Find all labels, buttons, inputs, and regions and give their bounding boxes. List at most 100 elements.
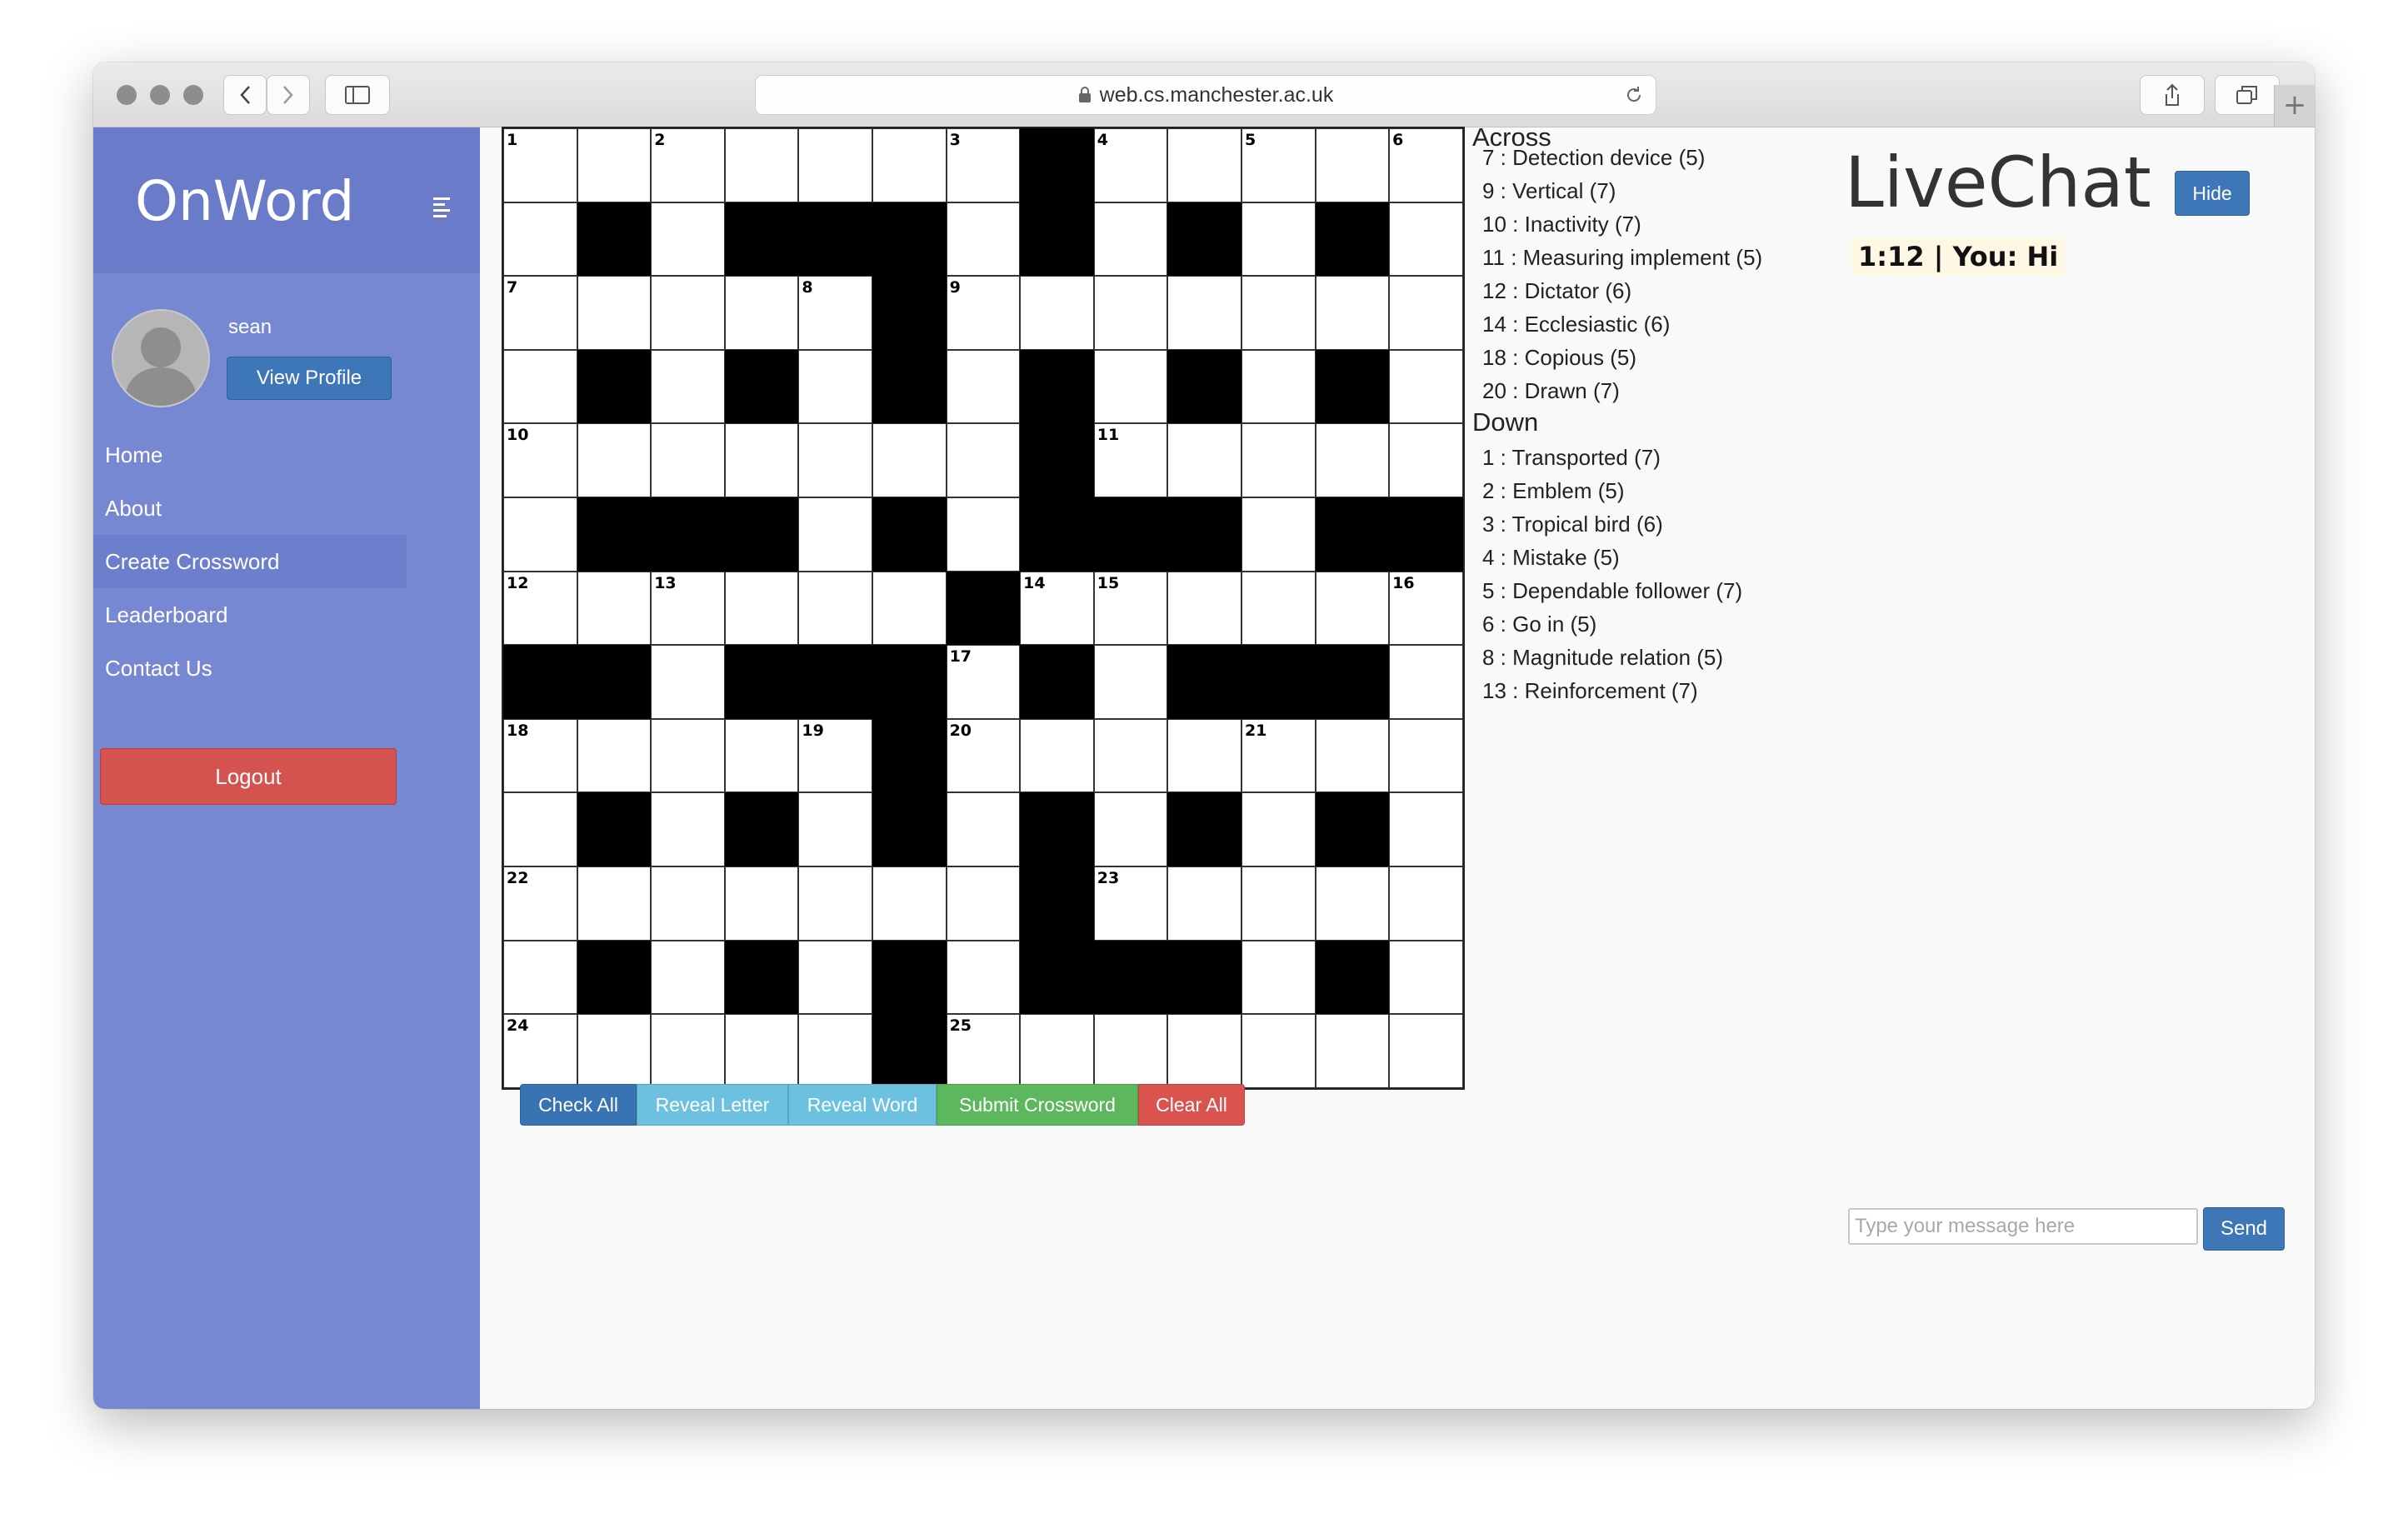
crossword-cell[interactable] bbox=[1389, 792, 1463, 866]
crossword-cell[interactable] bbox=[872, 128, 947, 202]
minimize-window-icon[interactable] bbox=[150, 85, 170, 105]
crossword-cell[interactable] bbox=[1315, 1014, 1390, 1088]
crossword-cell[interactable]: 14 bbox=[1020, 571, 1094, 646]
crossword-cell[interactable] bbox=[1167, 1014, 1241, 1088]
crossword-cell[interactable]: 6 bbox=[1389, 128, 1463, 202]
crossword-cell[interactable] bbox=[872, 866, 947, 941]
nav-contact-us[interactable]: Contact Us bbox=[93, 642, 407, 695]
crossword-cell[interactable] bbox=[1315, 276, 1390, 350]
across-clue[interactable]: 9 : Vertical (7) bbox=[1472, 174, 1822, 207]
chat-message-input[interactable] bbox=[1848, 1208, 2198, 1245]
crossword-cell[interactable] bbox=[798, 792, 872, 866]
crossword-cell[interactable] bbox=[946, 349, 1021, 424]
crossword-cell[interactable] bbox=[1315, 866, 1390, 941]
crossword-cell[interactable] bbox=[1315, 128, 1390, 202]
crossword-cell[interactable] bbox=[798, 866, 872, 941]
crossword-cell[interactable]: 22 bbox=[503, 866, 577, 941]
crossword-cell[interactable] bbox=[1315, 718, 1390, 793]
back-button[interactable] bbox=[223, 75, 267, 115]
crossword-cell[interactable] bbox=[1167, 423, 1241, 497]
crossword-cell[interactable] bbox=[1389, 645, 1463, 719]
crossword-cell[interactable] bbox=[1093, 202, 1168, 277]
crossword-cell[interactable] bbox=[1167, 866, 1241, 941]
across-clue[interactable]: 10 : Inactivity (7) bbox=[1472, 207, 1822, 241]
crossword-cell[interactable]: 3 bbox=[946, 128, 1021, 202]
crossword-cell[interactable]: 2 bbox=[651, 128, 725, 202]
crossword-cell[interactable] bbox=[946, 497, 1021, 572]
menu-icon[interactable] bbox=[433, 197, 450, 221]
down-clue[interactable]: 2 : Emblem (5) bbox=[1472, 474, 1822, 507]
crossword-cell[interactable] bbox=[651, 202, 725, 277]
crossword-cell[interactable] bbox=[577, 718, 652, 793]
crossword-cell[interactable] bbox=[1093, 1014, 1168, 1088]
crossword-cell[interactable] bbox=[651, 349, 725, 424]
crossword-cell[interactable]: 23 bbox=[1093, 866, 1168, 941]
crossword-cell[interactable]: 5 bbox=[1241, 128, 1316, 202]
view-profile-button[interactable]: View Profile bbox=[227, 357, 392, 400]
crossword-cell[interactable] bbox=[872, 571, 947, 646]
crossword-cell[interactable] bbox=[946, 423, 1021, 497]
crossword-cell[interactable]: 9 bbox=[946, 276, 1021, 350]
crossword-cell[interactable] bbox=[1389, 718, 1463, 793]
crossword-cell[interactable] bbox=[503, 202, 577, 277]
crossword-cell[interactable] bbox=[1389, 423, 1463, 497]
clear-all-button[interactable]: Clear All bbox=[1138, 1084, 1245, 1126]
across-clue[interactable]: 12 : Dictator (6) bbox=[1472, 274, 1822, 307]
crossword-cell[interactable] bbox=[1093, 349, 1168, 424]
hide-chat-button[interactable]: Hide bbox=[2175, 171, 2250, 216]
down-clue[interactable]: 13 : Reinforcement (7) bbox=[1472, 674, 1822, 707]
crossword-cell[interactable] bbox=[798, 940, 872, 1015]
crossword-cell[interactable] bbox=[1167, 571, 1241, 646]
crossword-cell[interactable] bbox=[798, 571, 872, 646]
crossword-cell[interactable] bbox=[577, 1014, 652, 1088]
crossword-cell[interactable]: 4 bbox=[1093, 128, 1168, 202]
crossword-cell[interactable] bbox=[651, 276, 725, 350]
crossword-cell[interactable] bbox=[577, 423, 652, 497]
crossword-cell[interactable] bbox=[1020, 1014, 1094, 1088]
crossword-cell[interactable] bbox=[946, 202, 1021, 277]
crossword-cell[interactable] bbox=[798, 1014, 872, 1088]
crossword-cell[interactable] bbox=[1093, 645, 1168, 719]
crossword-cell[interactable] bbox=[798, 497, 872, 572]
crossword-cell[interactable] bbox=[577, 128, 652, 202]
crossword-cell[interactable] bbox=[1389, 940, 1463, 1015]
sidebar-toggle-button[interactable] bbox=[325, 75, 390, 115]
crossword-cell[interactable] bbox=[1389, 866, 1463, 941]
crossword-cell[interactable] bbox=[1020, 718, 1094, 793]
crossword-cell[interactable] bbox=[1241, 792, 1316, 866]
crossword-cell[interactable] bbox=[1315, 571, 1390, 646]
across-clue[interactable]: 7 : Detection device (5) bbox=[1472, 141, 1822, 174]
zoom-window-icon[interactable] bbox=[183, 85, 203, 105]
new-tab-button[interactable]: + bbox=[2274, 85, 2315, 127]
crossword-cell[interactable]: 25 bbox=[946, 1014, 1021, 1088]
crossword-cell[interactable] bbox=[1389, 349, 1463, 424]
crossword-cell[interactable] bbox=[1241, 1014, 1316, 1088]
crossword-cell[interactable] bbox=[1241, 349, 1316, 424]
crossword-cell[interactable]: 8 bbox=[798, 276, 872, 350]
crossword-cell[interactable]: 13 bbox=[651, 571, 725, 646]
across-clue[interactable]: 11 : Measuring implement (5) bbox=[1472, 241, 1822, 274]
crossword-cell[interactable]: 15 bbox=[1093, 571, 1168, 646]
crossword-cell[interactable] bbox=[1020, 276, 1094, 350]
crossword-cell[interactable] bbox=[1167, 276, 1241, 350]
down-clue[interactable]: 3 : Tropical bird (6) bbox=[1472, 507, 1822, 541]
crossword-cell[interactable] bbox=[1241, 571, 1316, 646]
down-clue[interactable]: 5 : Dependable follower (7) bbox=[1472, 574, 1822, 607]
crossword-cell[interactable] bbox=[651, 940, 725, 1015]
crossword-cell[interactable] bbox=[798, 349, 872, 424]
crossword-cell[interactable]: 20 bbox=[946, 718, 1021, 793]
nav-create-crossword[interactable]: Create Crossword bbox=[93, 535, 407, 588]
crossword-cell[interactable] bbox=[1093, 276, 1168, 350]
crossword-cell[interactable] bbox=[798, 423, 872, 497]
down-clue[interactable]: 1 : Transported (7) bbox=[1472, 441, 1822, 474]
crossword-cell[interactable] bbox=[946, 866, 1021, 941]
crossword-cell[interactable]: 17 bbox=[946, 645, 1021, 719]
down-clue[interactable]: 4 : Mistake (5) bbox=[1472, 541, 1822, 574]
crossword-cell[interactable] bbox=[503, 940, 577, 1015]
crossword-cell[interactable]: 12 bbox=[503, 571, 577, 646]
crossword-cell[interactable] bbox=[724, 718, 799, 793]
crossword-cell[interactable] bbox=[798, 128, 872, 202]
down-clue[interactable]: 6 : Go in (5) bbox=[1472, 607, 1822, 641]
nav-home[interactable]: Home bbox=[93, 428, 407, 482]
crossword-cell[interactable] bbox=[724, 571, 799, 646]
